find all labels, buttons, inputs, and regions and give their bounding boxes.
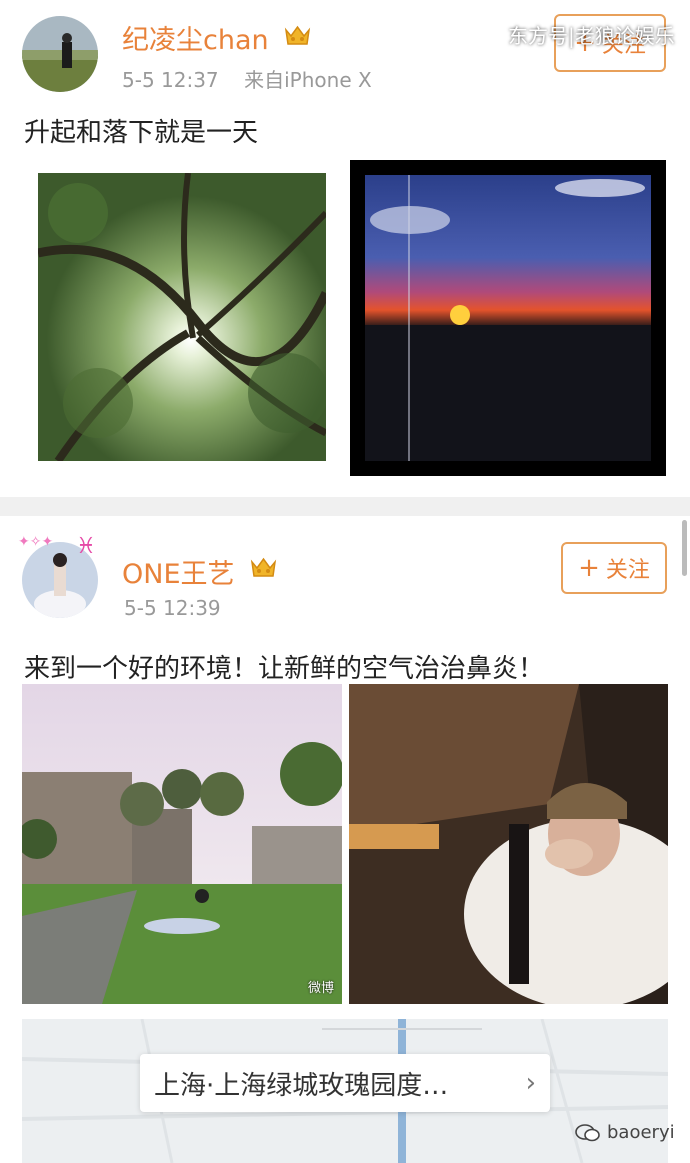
crown-badge-icon bbox=[250, 557, 277, 577]
source-watermark: 东方号|老狼论娱乐 bbox=[508, 24, 675, 48]
crown-badge-icon bbox=[284, 25, 311, 45]
sunset-photo[interactable] bbox=[350, 160, 666, 476]
follow-label: 关注 bbox=[605, 558, 650, 583]
username[interactable]: ONE王艺 bbox=[122, 552, 235, 591]
location-card[interactable]: 上海·上海绿城玫瑰园度… › bbox=[140, 1054, 550, 1112]
post-text: 升起和落下就是一天 bbox=[24, 118, 259, 148]
avatar[interactable] bbox=[22, 16, 98, 92]
portrait-photo[interactable] bbox=[349, 684, 668, 1004]
post-time: 5-5 12:37 bbox=[122, 68, 219, 92]
follow-button[interactable]: + 关注 bbox=[561, 542, 667, 594]
feed-separator bbox=[0, 497, 690, 516]
wechat-icon bbox=[575, 1123, 600, 1141]
post-text: 来到一个好的环境！让新鲜的空气治治鼻炎！ bbox=[24, 654, 545, 684]
username[interactable]: 纪凌尘chan bbox=[122, 18, 269, 57]
photo-watermark: 微博 bbox=[307, 981, 334, 996]
bottom-watermark-text: baoeryi bbox=[607, 1122, 675, 1143]
post-time: 5-5 12:39 bbox=[124, 596, 221, 620]
location-text: 上海·上海绿城玫瑰园度… bbox=[154, 1070, 449, 1101]
scrollbar[interactable] bbox=[682, 520, 687, 576]
tree-sunlight-photo[interactable] bbox=[38, 173, 326, 461]
campus-lawn-photo[interactable]: 微博 bbox=[22, 684, 342, 1004]
bottom-watermark: baoeryi bbox=[575, 1122, 675, 1143]
sparkle-icon: ✦✧✦ bbox=[18, 534, 54, 550]
plus-icon: + bbox=[578, 553, 600, 583]
post-source: 来自iPhone X bbox=[244, 68, 372, 92]
chevron-right-icon: › bbox=[525, 1068, 536, 1098]
weibo-post-1: 纪凌尘chan 5-5 12:37 来自iPhone X + 关注 东方号|老狼… bbox=[0, 0, 690, 497]
post-meta: 5-5 12:37 来自iPhone X bbox=[122, 64, 372, 93]
pisces-icon: ♓ bbox=[76, 534, 96, 559]
